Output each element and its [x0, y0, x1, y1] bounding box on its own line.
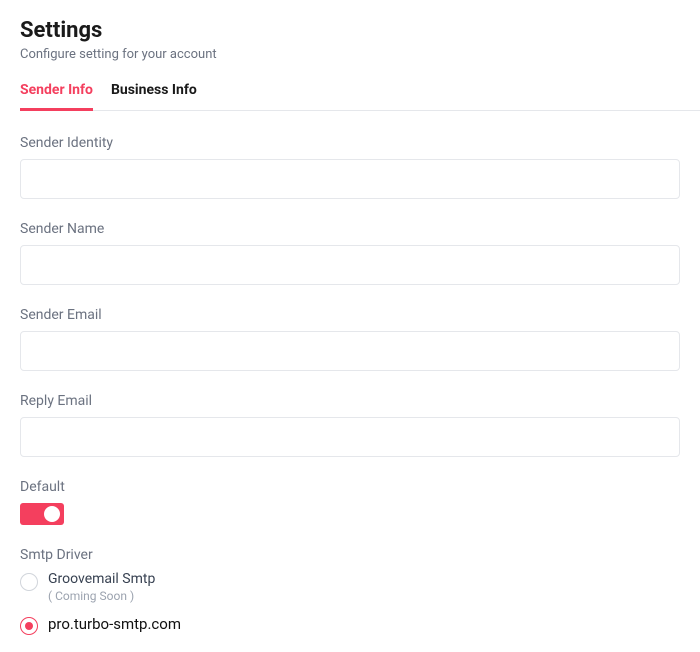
field-sender-identity: Sender Identity: [20, 135, 700, 199]
label-reply-email: Reply Email: [20, 393, 700, 409]
label-sender-name: Sender Name: [20, 221, 700, 237]
page-title: Settings: [20, 18, 700, 43]
field-sender-name: Sender Name: [20, 221, 700, 285]
label-smtp-driver: Smtp Driver: [20, 547, 700, 563]
label-sender-identity: Sender Identity: [20, 135, 700, 151]
input-sender-name[interactable]: [20, 245, 680, 285]
input-sender-email[interactable]: [20, 331, 680, 371]
toggle-default[interactable]: [20, 503, 64, 525]
radio-label-block: pro.turbo-smtp.com: [48, 615, 181, 633]
field-sender-email: Sender Email: [20, 307, 700, 371]
toggle-knob-icon: [44, 506, 60, 522]
field-default: Default: [20, 479, 700, 525]
tab-sender-info[interactable]: Sender Info: [20, 82, 93, 111]
field-smtp-driver: Smtp Driver Groovemail Smtp ( Coming Soo…: [20, 547, 700, 635]
label-sender-email: Sender Email: [20, 307, 700, 323]
input-reply-email[interactable]: [20, 417, 680, 457]
radio-label-block: Groovemail Smtp ( Coming Soon ): [48, 571, 155, 603]
radio-icon: [20, 617, 38, 635]
radio-option-groovemail[interactable]: Groovemail Smtp ( Coming Soon ): [20, 571, 700, 603]
radio-icon: [20, 573, 38, 591]
radio-label-turbo: pro.turbo-smtp.com: [48, 615, 181, 633]
radio-option-turbo[interactable]: pro.turbo-smtp.com: [20, 615, 700, 635]
label-default: Default: [20, 479, 700, 495]
tabs: Sender Info Business Info: [20, 82, 700, 111]
smtp-driver-options: Groovemail Smtp ( Coming Soon ) pro.turb…: [20, 571, 700, 635]
tab-business-info[interactable]: Business Info: [111, 82, 197, 111]
field-reply-email: Reply Email: [20, 393, 700, 457]
radio-sublabel-groovemail: ( Coming Soon ): [48, 589, 155, 603]
radio-label-groovemail: Groovemail Smtp: [48, 571, 155, 587]
page-subtitle: Configure setting for your account: [20, 47, 700, 62]
input-sender-identity[interactable]: [20, 159, 680, 199]
